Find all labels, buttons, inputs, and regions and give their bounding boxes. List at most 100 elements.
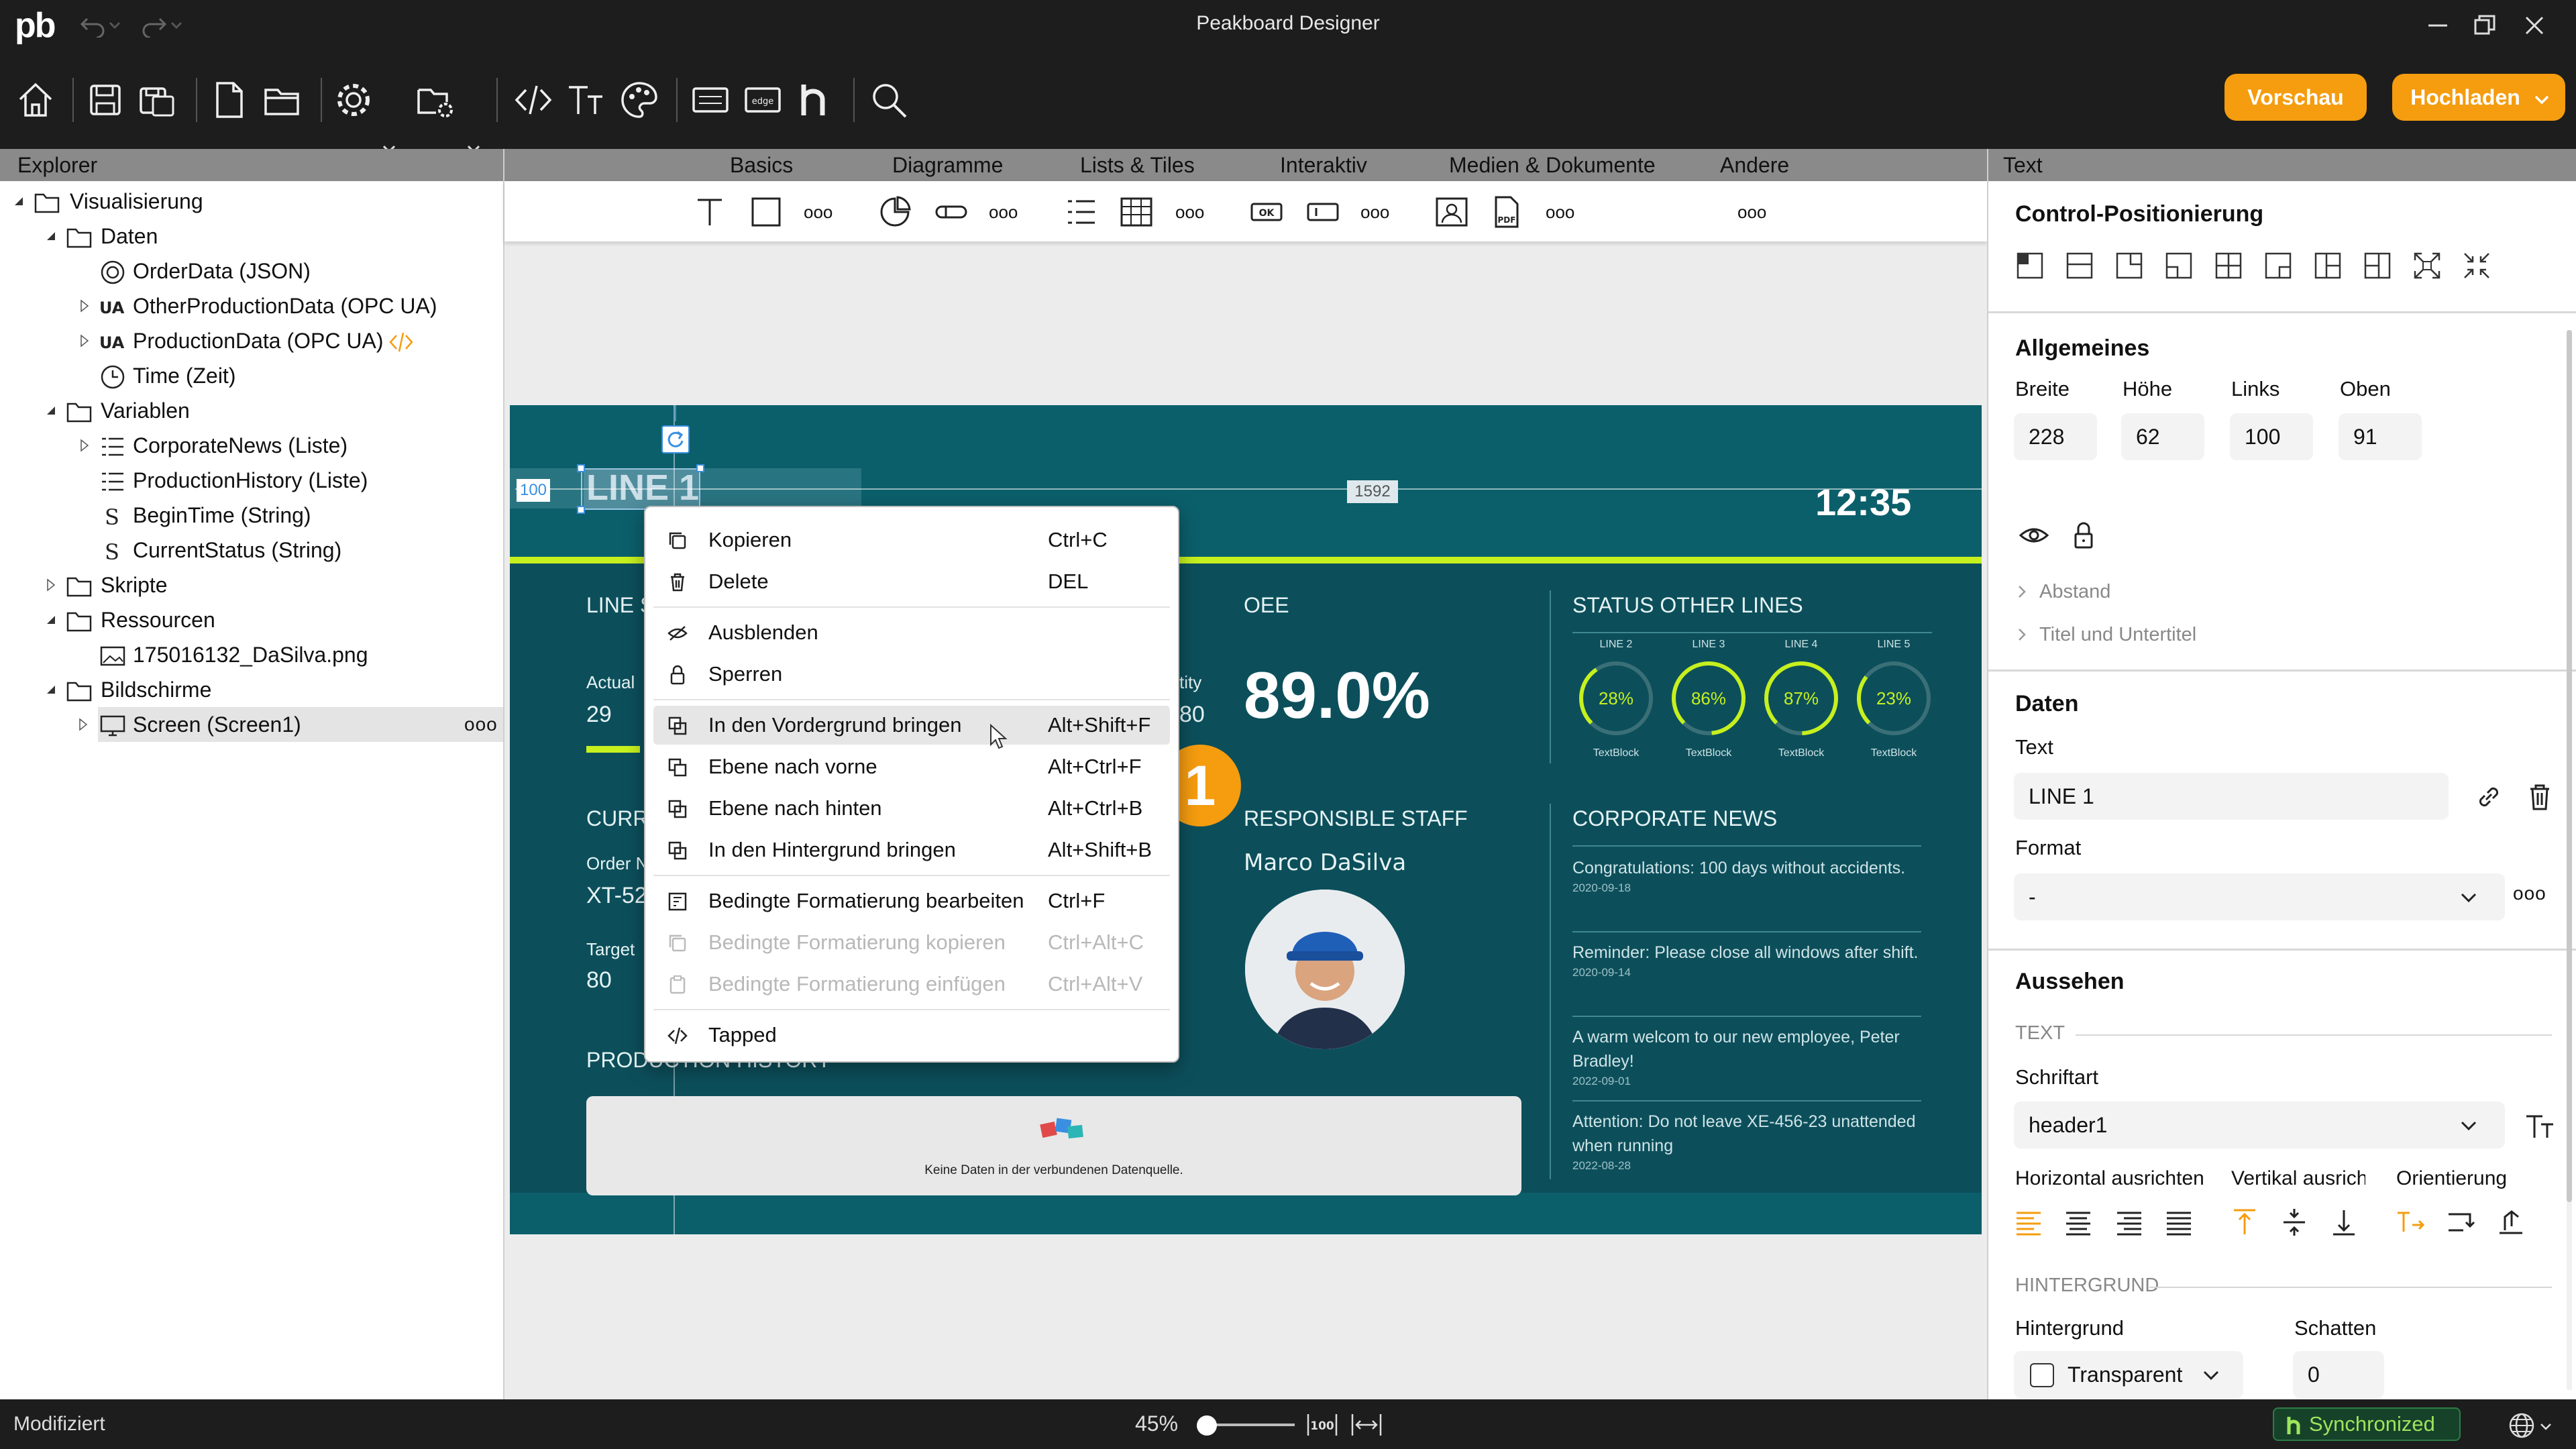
zoom-slider-thumb[interactable] bbox=[1197, 1415, 1217, 1436]
menu-item-edit-conditional-formatting[interactable]: Bedingte Formatierung bearbeiten Ctrl+F bbox=[653, 881, 1170, 920]
color-swatch[interactable] bbox=[2030, 1363, 2054, 1387]
dock-left-icon[interactable] bbox=[2312, 250, 2344, 282]
tab-basics[interactable]: Basics bbox=[730, 149, 793, 181]
status-gauge[interactable]: 86% bbox=[1665, 655, 1752, 742]
tab-lists-tiles[interactable]: Lists & Tiles bbox=[1080, 149, 1195, 181]
clock-text[interactable]: 12:35 bbox=[1815, 480, 1911, 524]
quantity-value[interactable]: 80 bbox=[1179, 702, 1205, 728]
chevron-down-icon[interactable] bbox=[2458, 1115, 2479, 1136]
status-gauge[interactable]: 23% bbox=[1850, 655, 1937, 742]
tree-item-screen1[interactable]: Screen (Screen1) ooo bbox=[79, 707, 503, 742]
eye-icon[interactable] bbox=[2018, 519, 2050, 551]
link-icon[interactable] bbox=[2473, 781, 2505, 813]
orientation-horizontal-icon[interactable] bbox=[2394, 1206, 2426, 1238]
align-bottom-icon[interactable] bbox=[2328, 1206, 2360, 1238]
chevron-down-icon[interactable] bbox=[2200, 1364, 2222, 1386]
pie-chart-icon[interactable] bbox=[877, 195, 912, 229]
menu-item-tapped[interactable]: Tapped bbox=[653, 1016, 1170, 1055]
actual-label[interactable]: Actual bbox=[586, 672, 635, 693]
font-size-icon[interactable] bbox=[2524, 1110, 2556, 1142]
search-icon[interactable] bbox=[865, 76, 912, 123]
tab-andere[interactable]: Andere bbox=[1720, 149, 1789, 181]
restore-icon[interactable] bbox=[2469, 9, 2501, 42]
width-input[interactable]: 228 bbox=[2014, 413, 2097, 460]
tree-item-skripte[interactable]: Skripte bbox=[0, 568, 504, 602]
tree-item-visualisierung[interactable]: Visualisierung bbox=[0, 184, 504, 219]
save-all-icon[interactable] bbox=[134, 76, 181, 123]
gear-icon[interactable] bbox=[330, 76, 377, 123]
news-item[interactable]: Reminder: Please close all windows after… bbox=[1572, 941, 1921, 979]
more-charts-button[interactable]: ooo bbox=[989, 195, 1024, 229]
hub-icon[interactable] bbox=[792, 76, 839, 123]
resize-handle[interactable] bbox=[696, 464, 704, 472]
globe-icon[interactable] bbox=[2508, 1411, 2536, 1440]
stretch-icon[interactable] bbox=[2411, 250, 2443, 282]
order-number-label[interactable]: Order N bbox=[586, 853, 648, 874]
palette-icon[interactable] bbox=[616, 76, 663, 123]
unlock-icon[interactable] bbox=[2068, 519, 2100, 551]
align-justify-icon[interactable] bbox=[2163, 1206, 2195, 1238]
center-align-icon[interactable] bbox=[2461, 250, 2493, 282]
align-right-icon[interactable] bbox=[2113, 1206, 2145, 1238]
text-input[interactable]: LINE 1 bbox=[2014, 773, 2449, 820]
rectangle-control-icon[interactable] bbox=[749, 195, 784, 229]
collapsed-arrow-icon[interactable] bbox=[42, 576, 60, 594]
dock-center-icon[interactable] bbox=[2212, 250, 2245, 282]
staff-photo[interactable] bbox=[1245, 890, 1405, 1049]
status-gauge[interactable]: 28% bbox=[1572, 655, 1660, 742]
align-top-icon[interactable] bbox=[2229, 1206, 2261, 1238]
zoom-100-icon[interactable]: 100 bbox=[1305, 1411, 1339, 1438]
trash-icon[interactable] bbox=[2524, 781, 2556, 813]
responsible-staff-title[interactable]: RESPONSIBLE STAFF bbox=[1244, 806, 1468, 831]
target-value[interactable]: 80 bbox=[586, 967, 612, 994]
resize-handle[interactable] bbox=[577, 464, 585, 472]
menu-item-delete[interactable]: Delete DEL bbox=[653, 562, 1170, 601]
scrollbar-thumb[interactable] bbox=[2567, 330, 2572, 1202]
quantity-label[interactable]: tity bbox=[1179, 672, 1201, 693]
rotate-handle[interactable] bbox=[661, 425, 690, 453]
dock-top-right-icon[interactable] bbox=[2113, 250, 2145, 282]
tree-item-productiondata[interactable]: UA ProductionData (OPC UA) bbox=[0, 323, 504, 358]
oee-title[interactable]: OEE bbox=[1244, 593, 1289, 618]
save-icon[interactable] bbox=[82, 76, 129, 123]
menu-item-bring-forward[interactable]: Ebene nach vorne Alt+Ctrl+F bbox=[653, 747, 1170, 786]
production-history-table[interactable]: Keine Daten in der verbundenen Datenquel… bbox=[586, 1096, 1521, 1195]
collapsed-arrow-icon[interactable] bbox=[75, 436, 94, 455]
tree-item-daten[interactable]: Daten bbox=[0, 219, 504, 254]
top-input[interactable]: 91 bbox=[2339, 413, 2422, 460]
staff-name[interactable]: Marco DaSilva bbox=[1244, 849, 1406, 876]
order-number-value[interactable]: XT-52 bbox=[586, 883, 647, 909]
image-control-icon[interactable] bbox=[1434, 195, 1469, 229]
text-control-icon[interactable] bbox=[692, 195, 727, 229]
sync-status-badge[interactable]: Synchronized bbox=[2273, 1407, 2461, 1441]
format-dropdown[interactable]: - bbox=[2014, 873, 2505, 920]
fit-width-icon[interactable] bbox=[1350, 1411, 1383, 1438]
table-control-icon[interactable] bbox=[1119, 195, 1154, 229]
close-icon[interactable] bbox=[2518, 9, 2551, 42]
align-left-icon[interactable] bbox=[2012, 1206, 2045, 1238]
pdf-control-icon[interactable]: PDF bbox=[1489, 195, 1524, 229]
new-file-icon[interactable] bbox=[205, 76, 252, 123]
actual-value[interactable]: 29 bbox=[586, 702, 612, 728]
expanded-arrow-icon[interactable] bbox=[42, 401, 60, 420]
preview-button[interactable]: Vorschau bbox=[2224, 74, 2367, 121]
edge-icon[interactable]: edge bbox=[739, 76, 786, 123]
tree-item-time[interactable]: Time (Zeit) bbox=[0, 358, 504, 393]
height-input[interactable]: 62 bbox=[2121, 413, 2204, 460]
align-center-icon[interactable] bbox=[2062, 1206, 2094, 1238]
tree-item-orderdata[interactable]: OrderData (JSON) bbox=[0, 254, 504, 288]
collapsed-arrow-icon[interactable] bbox=[75, 297, 94, 315]
more-lists-button[interactable]: ooo bbox=[1175, 195, 1210, 229]
menu-item-copy[interactable]: Kopieren Ctrl+C bbox=[653, 521, 1170, 559]
list-control-icon[interactable] bbox=[1064, 195, 1099, 229]
script-code-icon[interactable] bbox=[388, 329, 415, 356]
tree-item-variablen[interactable]: Variablen bbox=[0, 393, 504, 428]
chevron-down-icon[interactable] bbox=[2538, 1419, 2553, 1434]
expanded-arrow-icon[interactable] bbox=[9, 192, 28, 211]
more-options-button[interactable]: ooo bbox=[464, 707, 498, 742]
chevron-right-icon[interactable] bbox=[2014, 627, 2030, 643]
font-icon[interactable] bbox=[564, 76, 610, 123]
more-other-button[interactable]: ooo bbox=[1737, 195, 1772, 229]
orientation-rotate-up-icon[interactable] bbox=[2496, 1206, 2528, 1238]
dock-bottom-left-icon[interactable] bbox=[2163, 250, 2195, 282]
